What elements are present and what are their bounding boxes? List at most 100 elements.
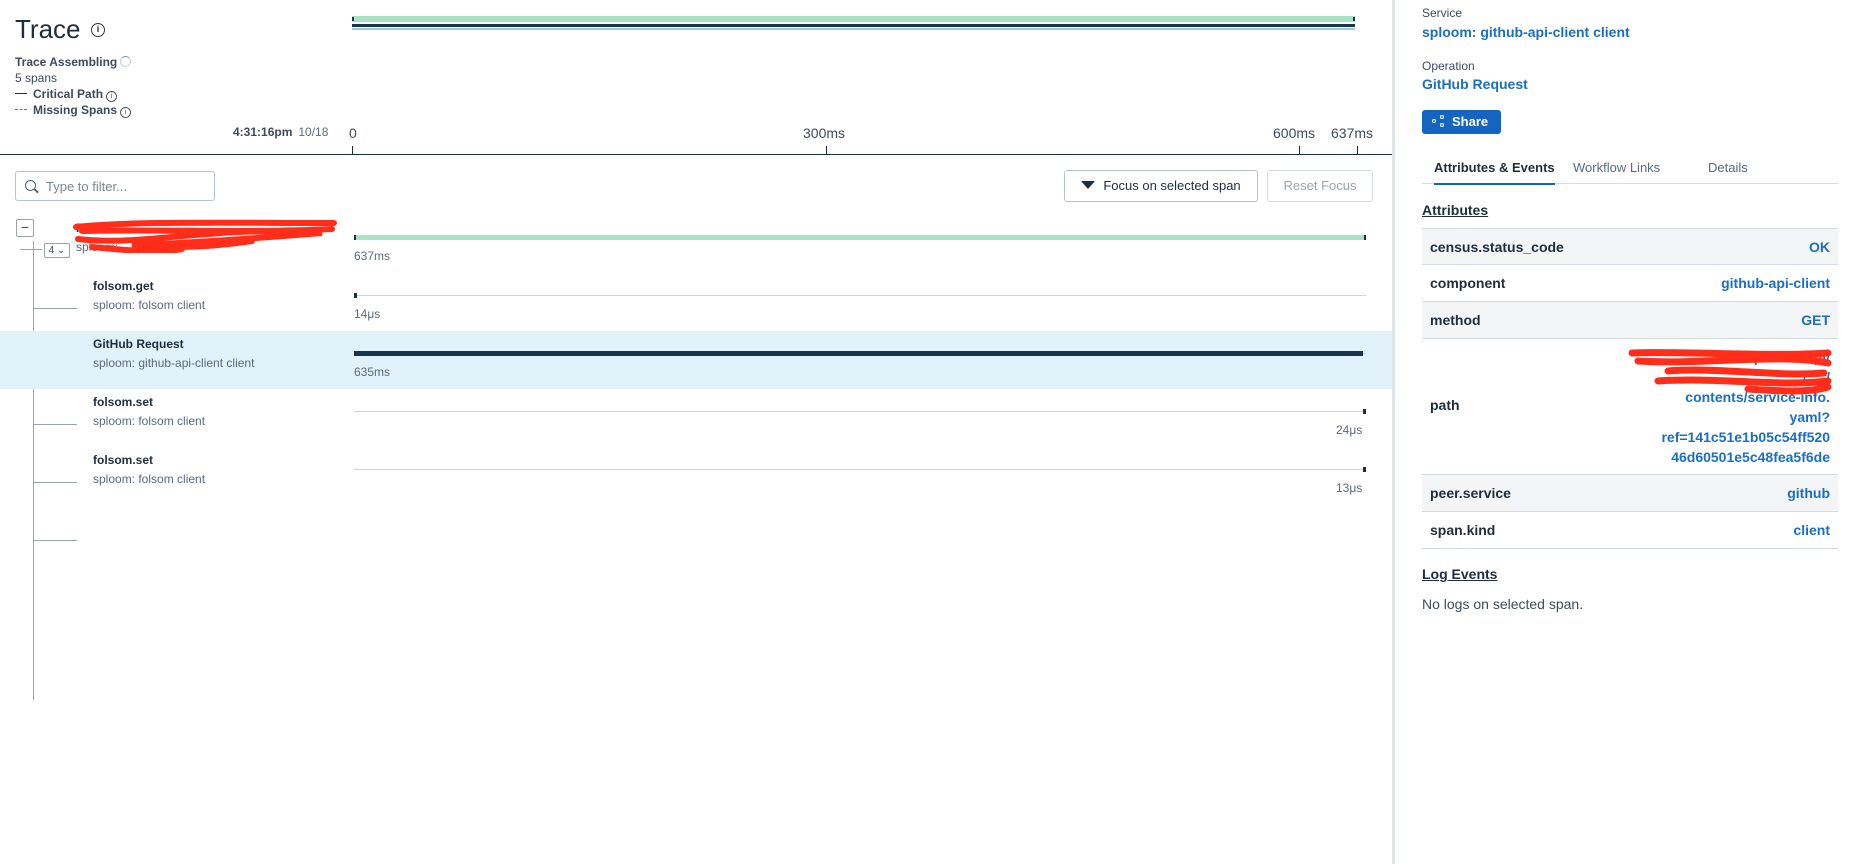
trace-start-time: 4:31:16pm 10/18 (233, 125, 328, 139)
tree-connector (33, 540, 77, 541)
tab-attributes-events[interactable]: Attributes & Events (1434, 160, 1555, 185)
span-bar[interactable] (1363, 467, 1366, 472)
focus-selected-span-button[interactable]: Focus on selected span (1064, 170, 1258, 202)
span-row[interactable]: folsom.get sploom: folsom client 14μs (0, 273, 1392, 331)
info-icon[interactable]: i (106, 91, 118, 102)
span-duration: 635ms (354, 365, 391, 379)
minimap-root-bar (352, 16, 1355, 22)
span-row[interactable]: folsom.set sploom: folsom client 24μs (0, 389, 1392, 447)
redaction-scribble (73, 219, 337, 253)
minimap-critical-bar (352, 24, 1355, 27)
collapse-button[interactable]: − (16, 219, 34, 237)
attribute-value[interactable]: github (1787, 485, 1830, 501)
trace-minimap[interactable] (352, 14, 1355, 34)
trace-status: Trace Assembling (15, 55, 118, 69)
span-bar[interactable] (354, 351, 1363, 356)
share-icon (1432, 115, 1446, 127)
attribute-row: path https://...../api/ ....../...../ co… (1422, 339, 1838, 475)
reset-focus-button[interactable]: Reset Focus (1267, 170, 1373, 202)
span-service: sploom: folsom client (93, 414, 206, 428)
span-service: sploom: github-api-client client (93, 356, 255, 370)
span-track (354, 469, 1366, 470)
spinner-icon (120, 56, 132, 67)
share-label: Share (1452, 114, 1489, 129)
minimap-left-handle[interactable] (352, 17, 354, 21)
span-bar[interactable] (354, 293, 357, 298)
child-count-badge[interactable]: 4 ⌄ (44, 243, 70, 258)
focus-button-label: Focus on selected span (1103, 178, 1241, 193)
span-name: folsom.set (93, 453, 154, 467)
span-service: sploom: folsom client (93, 472, 206, 486)
attributes-table: census.status_code OK component github-a… (1422, 228, 1838, 549)
minimap-child-bar (352, 28, 1355, 30)
legend-missing-spans: Missing Spans (33, 103, 118, 117)
minimap-right-handle[interactable] (1353, 17, 1355, 21)
span-name: folsom.get (93, 279, 154, 293)
tick-mark (826, 146, 827, 154)
span-name: folsom.set (93, 395, 154, 409)
legend-critical-path: Critical Path (33, 87, 104, 101)
attribute-key: census.status_code (1430, 239, 1564, 255)
attribute-row: span.kind client (1422, 512, 1838, 549)
tab-workflow-links[interactable]: Workflow Links (1573, 160, 1660, 175)
attribute-key: peer.service (1430, 485, 1511, 501)
span-count: 5 spans (15, 71, 58, 85)
redaction-scribble (1628, 349, 1832, 395)
span-name: GitHub Request (93, 337, 184, 351)
span-bar[interactable] (354, 235, 1366, 240)
tick-mark (352, 146, 353, 154)
span-duration: 24μs (1336, 423, 1363, 437)
filter-input[interactable] (46, 176, 206, 196)
span-duration: 13μs (1336, 481, 1363, 495)
details-tabs: Attributes & Events Workflow Links Detai… (1422, 152, 1838, 185)
operation-link[interactable]: GitHub Request (1422, 76, 1528, 92)
page-title: Trace (15, 14, 81, 44)
path-line: ref=141c51e1b05c54ff520 (1661, 429, 1830, 445)
path-line: 46d60501e5c48fea5f6de (1671, 449, 1830, 465)
share-button[interactable]: Share (1422, 110, 1501, 134)
service-label: Service (1422, 6, 1463, 20)
clock-time: 4:31:16pm (233, 125, 293, 139)
attribute-key: span.kind (1430, 522, 1496, 538)
tab-details[interactable]: Details (1708, 160, 1748, 175)
critical-path-legend-line (15, 93, 27, 94)
timeline-axis: 4:31:16pm 10/18 0 300ms 600ms 637ms (0, 125, 1392, 155)
service-link[interactable]: sploom: github-api-client client (1422, 24, 1630, 40)
filter-icon (1081, 181, 1096, 189)
attribute-value[interactable]: GET (1801, 312, 1830, 328)
tick-mark (1299, 146, 1300, 154)
attributes-heading: Attributes (1422, 202, 1489, 218)
trace-meta: Trace Assembling 5 spans Critical Path i … (15, 54, 132, 118)
attribute-row: census.status_code OK (1422, 228, 1838, 265)
info-icon[interactable]: i (90, 22, 105, 37)
tick-label: 600ms (1273, 125, 1316, 141)
span-track (354, 295, 1366, 296)
span-row-selected[interactable]: GitHub Request sploom: github-api-client… (0, 331, 1392, 389)
attribute-row: peer.service github (1422, 475, 1838, 512)
span-row[interactable]: folsom.set sploom: folsom client 13μs (0, 447, 1392, 505)
span-details-panel: Service sploom: github-api-client client… (1398, 0, 1863, 864)
attribute-key: path (1430, 397, 1460, 413)
attribute-value[interactable]: OK (1809, 239, 1830, 255)
span-track (354, 411, 1366, 412)
trace-panel: Trace i Trace Assembling 5 spans Critica… (0, 0, 1395, 864)
span-duration: 637ms (354, 249, 391, 263)
span-row[interactable]: − 4 ⌄ Recv./... sploom: ... 637ms (0, 215, 1392, 273)
attribute-key: method (1430, 312, 1481, 328)
tick-mark (1357, 146, 1358, 154)
info-icon[interactable]: i (120, 107, 132, 118)
tick-label: 0 (349, 125, 357, 141)
tick-label: 637ms (1331, 125, 1374, 141)
attribute-row: component github-api-client (1422, 265, 1838, 302)
span-duration: 14μs (354, 307, 381, 321)
path-line: yaml? (1789, 409, 1830, 425)
attribute-value[interactable]: client (1793, 522, 1830, 538)
span-bar[interactable] (1363, 409, 1366, 414)
filter-box[interactable] (15, 171, 215, 201)
attribute-row: method GET (1422, 302, 1838, 339)
tick-label: 300ms (803, 125, 846, 141)
no-logs-message: No logs on selected span. (1422, 596, 1584, 612)
log-events-heading: Log Events (1422, 566, 1498, 582)
attribute-value[interactable]: github-api-client (1721, 275, 1830, 291)
operation-label: Operation (1422, 59, 1475, 73)
